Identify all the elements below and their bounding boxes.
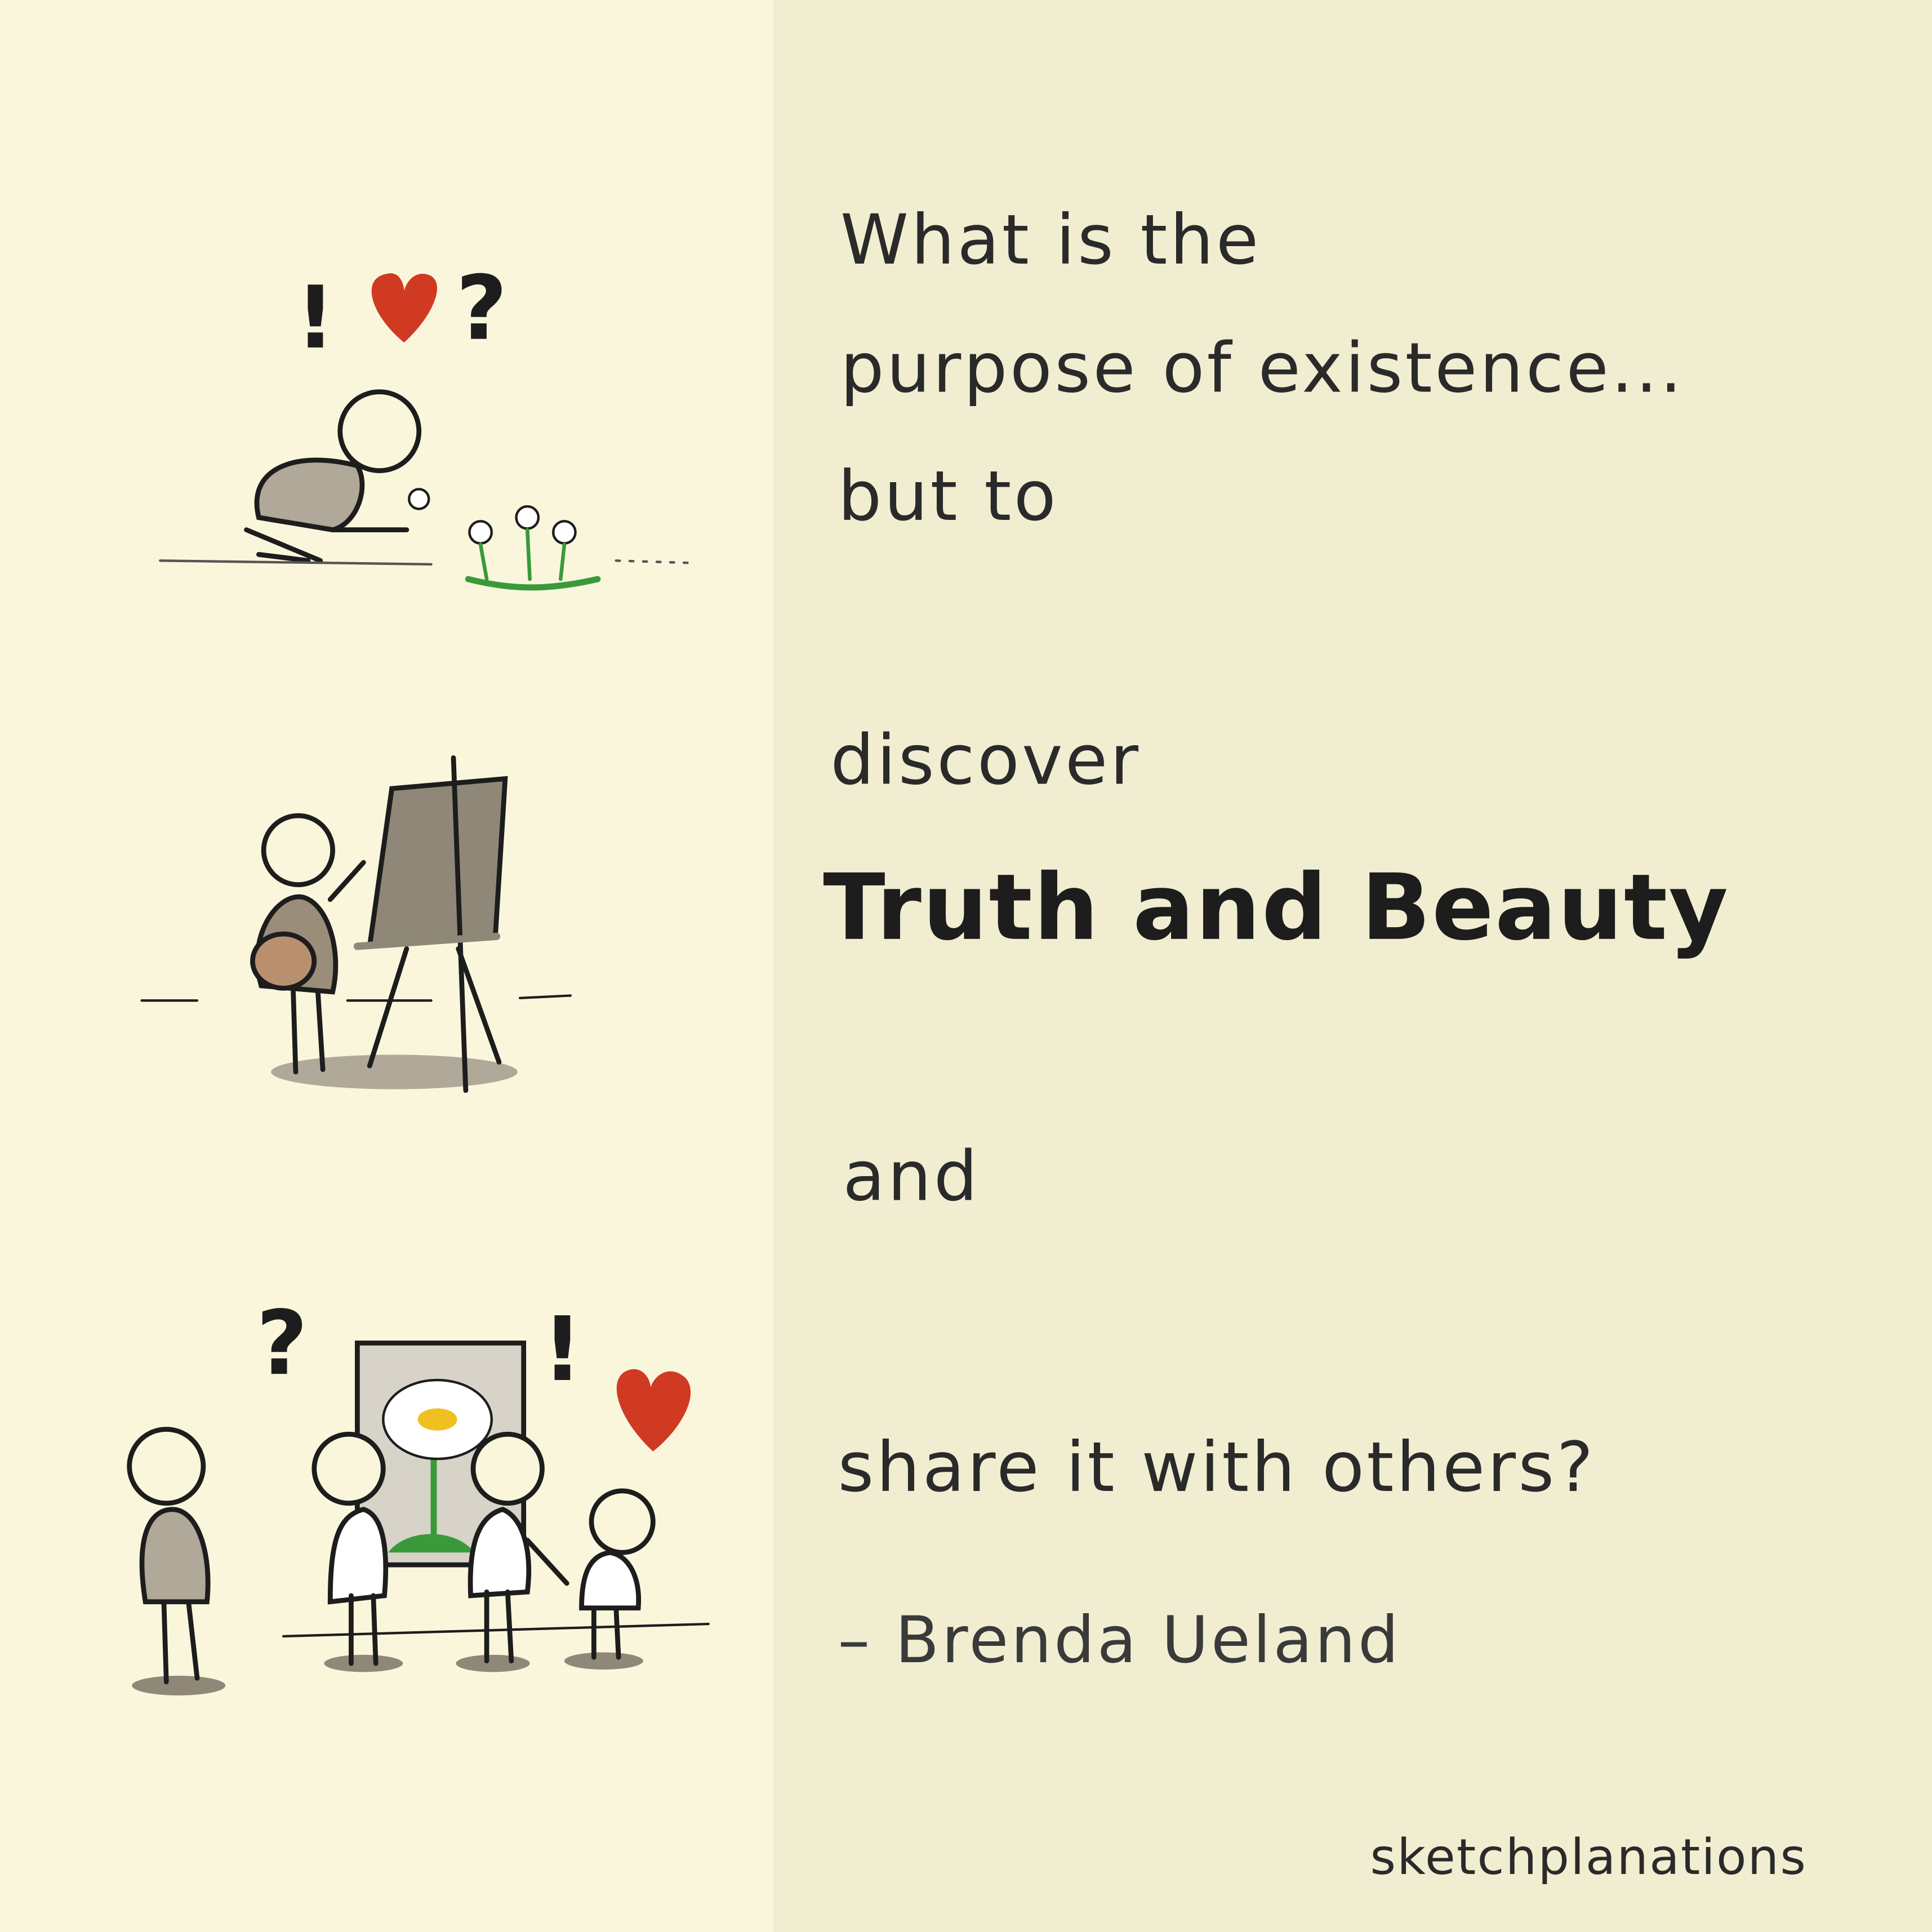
question-mark: ? (256, 1292, 308, 1395)
sketches: ! ? ? ! (127, 257, 710, 1695)
quote-line-2: purpose of existence... (840, 329, 1685, 409)
quote-attribution: – Brenda Ueland (838, 1604, 1401, 1679)
exclaim-mark: ! (542, 1298, 583, 1401)
scene-sharing: ? ! (127, 1292, 710, 1695)
illustration-panel: ! ? ? ! (0, 0, 774, 1932)
exclaim-mark: ! (296, 268, 335, 368)
scene-discover: ! ? (159, 257, 698, 591)
quote-line-6: share it with others? (838, 1428, 1596, 1508)
scene-painting (140, 755, 572, 1093)
question-mark: ? (456, 257, 507, 360)
quote-panel: What is the purpose of existence... but … (773, 0, 1932, 1932)
quote-emphasis: Truth and Beauty (823, 855, 1730, 961)
quote-line-3: but to (838, 457, 1059, 537)
quote-line-1: What is the (840, 201, 1261, 281)
heart-icon (616, 1369, 691, 1452)
heart-icon (371, 273, 438, 343)
illustration-page: ! ? ? ! What is the purpose of existence… (0, 0, 1932, 1932)
brand-signature: sketchplanations (1370, 1829, 1808, 1887)
quote-line-5: and (843, 1137, 980, 1218)
quote-line-4: discover (830, 720, 1141, 801)
